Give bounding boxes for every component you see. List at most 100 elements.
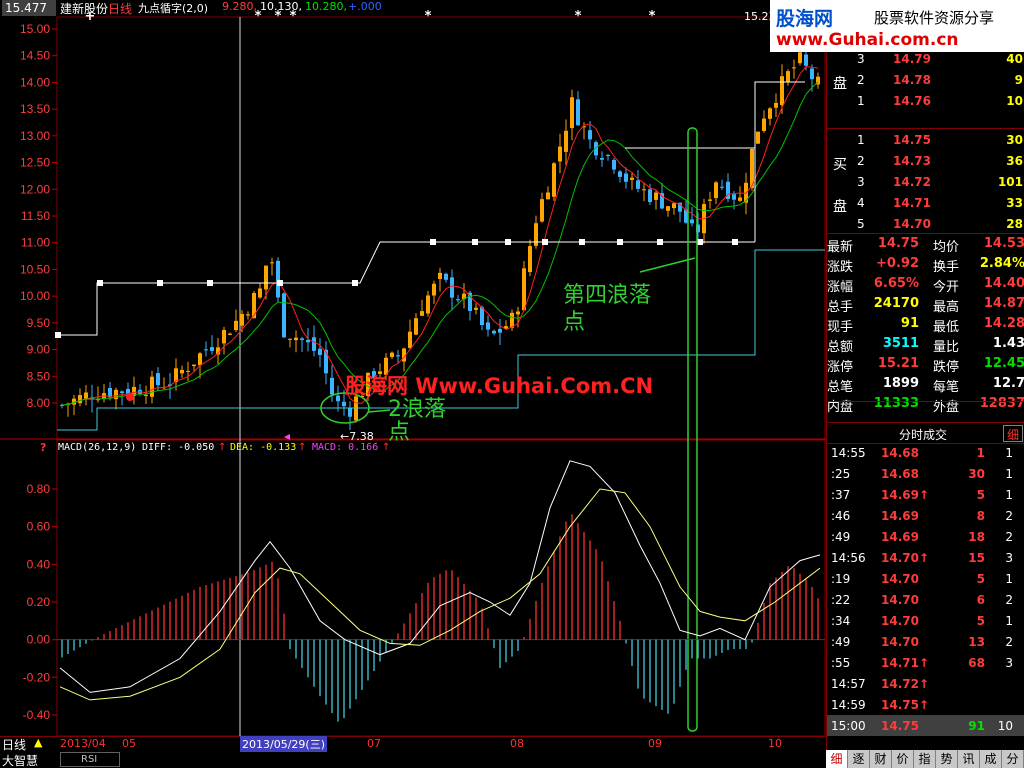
bottom-tab[interactable]: 讯 xyxy=(958,750,980,768)
sell-level-row[interactable]: 盘 2 14.78 9 xyxy=(827,70,1024,92)
bottom-tab[interactable]: 分 xyxy=(1002,750,1024,768)
candle-body xyxy=(630,177,634,180)
candle-body xyxy=(276,260,280,298)
tick-row[interactable]: 15:00 14.75 91 10 xyxy=(827,715,1024,736)
quote-label: 总笔 xyxy=(827,380,854,395)
level-label: 1 xyxy=(857,133,865,147)
price-axis-label: 14.00 xyxy=(20,75,50,89)
tick-row[interactable]: 14:59 14.75 ↑ xyxy=(827,694,1024,715)
question-icon[interactable]: ? xyxy=(40,441,46,454)
quote-row: 最新 14.75 均价 14.53 xyxy=(827,234,1024,255)
tick-time: :55 xyxy=(831,656,851,670)
indicator-value-1: 9.280, xyxy=(222,0,257,13)
candle-body xyxy=(420,311,424,316)
candle-body xyxy=(432,283,436,296)
candle-body xyxy=(804,54,808,66)
candle-body xyxy=(810,68,814,80)
tick-volume: 6 xyxy=(976,593,985,607)
tick-count: 2 xyxy=(1005,593,1013,607)
candle-body xyxy=(300,338,304,340)
quote-label: 跌停 xyxy=(933,360,960,375)
indicator-value-2: 10.130, xyxy=(260,0,302,13)
sell-level-row[interactable]: 1 14.76 10 xyxy=(827,91,1024,111)
tick-count: 1 xyxy=(1005,446,1013,460)
tick-time: 14:59 xyxy=(831,698,866,712)
brand-banner: 股海网 股票软件资源分享 www.Guhai.com.cn xyxy=(770,0,1024,52)
quote-label: 外盘 xyxy=(933,400,960,415)
tick-row[interactable]: :34 14.70 5 1 xyxy=(827,610,1024,631)
level-price: 14.72 xyxy=(893,175,931,189)
tick-row[interactable]: 14:55 14.68 1 1 xyxy=(827,442,1024,463)
level-price: 14.70 xyxy=(893,217,931,231)
bottom-tab[interactable]: 财 xyxy=(870,750,892,768)
candle-body xyxy=(414,318,418,335)
level-label: 3 xyxy=(857,52,865,66)
tick-volume: 18 xyxy=(968,530,985,544)
tick-row[interactable]: :55 14.71 ↑ 68 3 xyxy=(827,652,1024,673)
quote-row: 现手 91 最低 14.28 xyxy=(827,314,1024,335)
candle-body xyxy=(204,349,208,351)
quote-row: 总手 24170 最高 14.87 xyxy=(827,294,1024,315)
candle-body xyxy=(528,246,532,273)
buy-level-row[interactable]: 3 14.72 101 xyxy=(827,172,1024,192)
tick-count: 10 xyxy=(997,719,1013,733)
tick-row[interactable]: :37 14.69 ↑ 5 1 xyxy=(827,484,1024,505)
macd-axis-label: -0.40 xyxy=(23,708,51,722)
price-axis-label: 15.00 xyxy=(20,22,50,36)
bottom-tab[interactable]: 价 xyxy=(892,750,914,768)
bottom-tab[interactable]: 指 xyxy=(914,750,936,768)
bottom-tab-bar: 细逐财价指势讯成分 xyxy=(826,750,1024,768)
level-marker xyxy=(579,239,585,245)
tick-time: :49 xyxy=(831,530,851,544)
bottom-tab[interactable]: 逐 xyxy=(848,750,870,768)
candle-body xyxy=(270,262,274,264)
level-marker xyxy=(732,239,738,245)
candle-body xyxy=(570,97,574,129)
buy-level-row[interactable]: 盘 4 14.71 33 xyxy=(827,193,1024,215)
candle-body xyxy=(564,130,568,152)
macd-dea: DEA: -0.133 xyxy=(230,442,297,453)
price-axis-label: 8.50 xyxy=(27,369,51,383)
candle-body xyxy=(234,320,238,331)
candle-body xyxy=(516,311,520,315)
bottom-tab[interactable]: 势 xyxy=(936,750,958,768)
candle-body xyxy=(636,180,640,189)
tick-row[interactable]: :49 14.69 18 2 xyxy=(827,526,1024,547)
tick-time: :22 xyxy=(831,593,851,607)
date-label-oct: 10 xyxy=(768,737,782,750)
level-volume: 30 xyxy=(1006,133,1023,147)
buy-level-row[interactable]: 1 14.75 30 xyxy=(827,130,1024,150)
tick-row[interactable]: :46 14.69 8 2 xyxy=(827,505,1024,526)
price-axis-top-label: 15.477 xyxy=(2,0,56,16)
tick-price: 14.71 xyxy=(881,656,919,670)
quote-label: 最低 xyxy=(933,320,960,335)
buy-level-row[interactable]: 5 14.70 28 xyxy=(827,214,1024,234)
candle-body xyxy=(282,293,286,338)
level-label: 4 xyxy=(857,196,865,210)
sell-level-row[interactable]: 3 14.79 40 xyxy=(827,49,1024,69)
tick-row[interactable]: :25 14.68 30 1 xyxy=(827,463,1024,484)
tick-row[interactable]: :19 14.70 5 1 xyxy=(827,568,1024,589)
quote-value: 14.87 xyxy=(983,296,1024,311)
ticks-detail-tab[interactable]: 细 xyxy=(1003,425,1023,442)
candle-body xyxy=(720,186,724,188)
tick-time: :37 xyxy=(831,488,851,502)
tick-row[interactable]: 14:56 14.70 ↑ 15 3 xyxy=(827,547,1024,568)
tick-row[interactable]: :49 14.70 13 2 xyxy=(827,631,1024,652)
macd-diff: DIFF: -0.050 xyxy=(142,442,215,453)
level-marker xyxy=(352,280,358,286)
tick-price: 14.68 xyxy=(881,446,919,460)
buy-level-row[interactable]: 买 2 14.73 36 xyxy=(827,151,1024,173)
candle-body xyxy=(228,333,232,335)
bottom-tab[interactable]: 细 xyxy=(826,750,848,768)
tick-row[interactable]: 14:57 14.72 ↑ xyxy=(827,673,1024,694)
candle-body xyxy=(312,337,316,351)
rsi-tab[interactable]: RSI xyxy=(60,752,120,767)
price-axis-label: 12.00 xyxy=(20,182,50,196)
period-tab[interactable]: 日线 xyxy=(2,736,26,753)
ma-slow-line xyxy=(61,81,819,406)
tick-row[interactable]: :22 14.70 6 2 xyxy=(827,589,1024,610)
bottom-tab[interactable]: 成 xyxy=(980,750,1002,768)
level-marker xyxy=(277,280,283,286)
price-axis-label: 11.50 xyxy=(21,209,50,223)
